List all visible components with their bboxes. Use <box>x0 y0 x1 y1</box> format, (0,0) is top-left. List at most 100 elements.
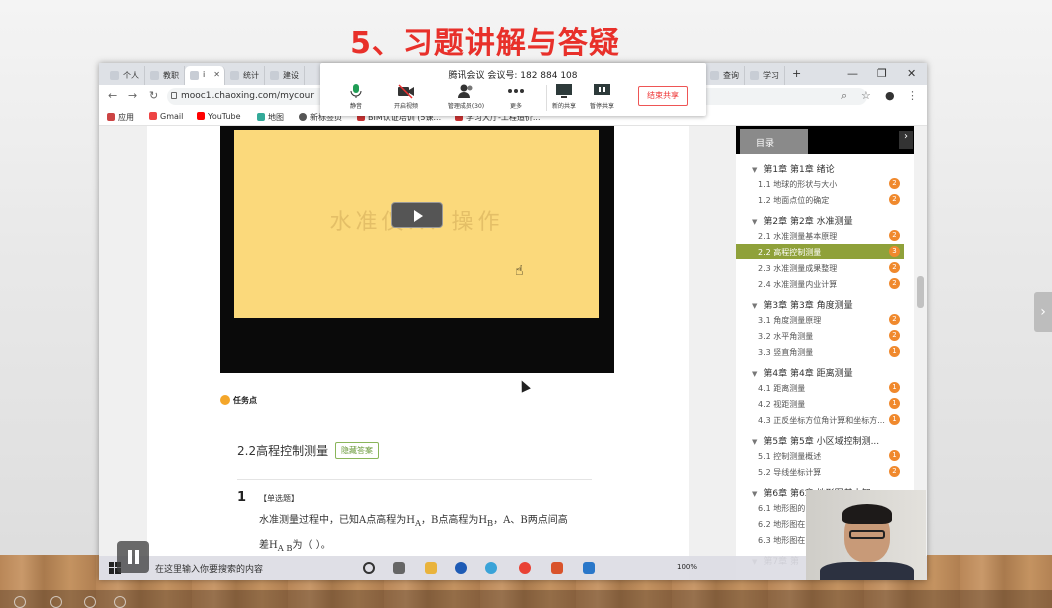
section-item[interactable]: 4.3 正反坐标方位角计算和坐标方... 1 <box>736 412 904 427</box>
section-item[interactable]: 3.3 竖直角测量 1 <box>736 344 904 359</box>
browser-tab[interactable]: 学习 <box>745 66 785 85</box>
section-item[interactable]: 1.2 地面点位的确定 2 <box>736 192 904 207</box>
chapter-item[interactable]: ▼ 第1章 第1章 绪论 <box>752 162 835 175</box>
task-count-badge: 2 <box>889 330 900 341</box>
tab-favicon-icon <box>750 71 759 80</box>
task-count-badge: 1 <box>889 414 900 425</box>
section-item[interactable]: 2.2 高程控制测量 3 <box>736 244 904 259</box>
section-label: 4.2 视距测量 <box>758 400 806 409</box>
task-count-badge: 3 <box>889 246 900 257</box>
minimize-button[interactable]: — <box>847 67 858 80</box>
tab-favicon-icon <box>110 71 119 80</box>
task-count-badge: 2 <box>889 230 900 241</box>
chevron-down-icon[interactable]: ▼ <box>752 218 757 226</box>
section-item[interactable]: 4.2 视距测量 1 <box>736 396 904 411</box>
more-button[interactable]: 更多 <box>494 83 538 110</box>
battery-indicator[interactable]: 100% <box>677 563 697 571</box>
chapter-label: 第2章 第2章 水准测量 <box>763 217 853 227</box>
bookmark-star-icon[interactable]: ☆ <box>861 89 871 102</box>
chevron-down-icon[interactable]: ▼ <box>752 490 757 498</box>
zoom-icon[interactable]: ⌕ <box>841 89 847 103</box>
bookmark-gmail[interactable]: Gmail <box>149 112 183 121</box>
chapter-item[interactable]: ▼ 第4章 第4章 距离测量 <box>752 366 853 379</box>
section-label: 4.1 距离测量 <box>758 384 806 393</box>
section-label: 6.3 地形图在 <box>758 536 806 545</box>
video-player[interactable]: 水准仪... 操作 <box>220 126 614 373</box>
browser-tab[interactable]: 个人 <box>105 66 145 85</box>
manage-members-button[interactable]: 管理成员(30) <box>444 83 488 110</box>
chrome-icon[interactable] <box>519 562 531 574</box>
chapter-item[interactable]: ▼ 第5章 第5章 小区域控制测... <box>752 434 879 447</box>
chevron-down-icon[interactable]: ▼ <box>752 302 757 310</box>
play-button[interactable] <box>391 202 443 228</box>
close-window-button[interactable]: ✕ <box>907 67 916 80</box>
question-number: 1 <box>237 490 247 505</box>
bookmark-youtube[interactable]: YouTube <box>197 112 241 121</box>
reload-icon[interactable]: ↻ <box>149 89 158 102</box>
maximize-button[interactable]: ❐ <box>877 67 887 80</box>
section-item[interactable]: 5.2 导线坐标计算 2 <box>736 464 904 479</box>
edge-icon[interactable] <box>455 562 467 574</box>
cortana-icon[interactable] <box>363 562 375 574</box>
section-label: 2.2 高程控制测量 <box>758 248 822 257</box>
microphone-icon <box>350 84 362 98</box>
more-icon <box>508 89 524 93</box>
section-item[interactable]: 4.1 距离测量 1 <box>736 380 904 395</box>
taskbar-search-input[interactable]: 在这里输入你要搜索的内容 <box>139 559 349 577</box>
section-label: 6.1 地形图的 <box>758 504 806 513</box>
browser-window: 个人 教职 i ✕ 统计 建设 查询 学习 + — ❐ ✕ ← → ↻ mooc1… <box>99 63 927 580</box>
forward-arrow-icon[interactable]: → <box>128 89 137 102</box>
slides-icon[interactable] <box>50 596 62 608</box>
new-share-icon <box>556 84 572 98</box>
pause-icon[interactable] <box>117 541 149 573</box>
question-text: 水准测量过程中，已知A点高程为HA，B点高程为HB，A、B两点间高 <box>259 515 568 528</box>
chevron-down-icon[interactable]: ▼ <box>752 166 757 174</box>
section-item[interactable]: 1.1 地球的形状与大小 2 <box>736 176 904 191</box>
section-item[interactable]: 2.4 水准测量内业计算 2 <box>736 276 904 291</box>
tab-close-icon[interactable]: ✕ <box>213 70 220 79</box>
menu-kebab-icon[interactable]: ⋮ <box>907 89 918 102</box>
new-tab-button[interactable]: + <box>792 67 801 80</box>
photos-icon[interactable] <box>583 562 595 574</box>
stop-share-button[interactable]: 结束共享 <box>638 86 688 106</box>
chapter-item[interactable]: ▼ 第2章 第2章 水准测量 <box>752 214 853 227</box>
bookmark-apps[interactable]: 应用 <box>107 112 134 123</box>
start-video-button[interactable]: 开启视频 <box>384 83 428 110</box>
task-count-badge: 2 <box>889 194 900 205</box>
pen-tool-icon[interactable] <box>14 596 26 608</box>
windows-taskbar: 在这里输入你要搜索的内容 100% <box>99 556 927 580</box>
section-item[interactable]: 2.1 水准测量基本原理 2 <box>736 228 904 243</box>
profile-icon[interactable]: ● <box>885 89 895 102</box>
collapse-arrow-icon[interactable]: › <box>899 131 913 149</box>
task-point-label: 任务点 <box>220 395 257 406</box>
file-explorer-icon[interactable] <box>425 562 437 574</box>
section-item[interactable]: 3.2 水平角测量 2 <box>736 328 904 343</box>
chapter-item[interactable]: ▼ 第3章 第3章 角度测量 <box>752 298 853 311</box>
browser-tab[interactable]: 统计 <box>225 66 265 85</box>
browser-icon[interactable] <box>485 562 497 574</box>
powerpoint-icon[interactable] <box>551 562 563 574</box>
browser-tab[interactable]: 教职 <box>145 66 185 85</box>
section-item[interactable]: 2.3 水准测量成果整理 2 <box>736 260 904 275</box>
hand-cursor-icon: ☝ <box>515 263 524 279</box>
task-view-icon[interactable] <box>393 562 405 574</box>
section-item[interactable]: 5.1 控制测量概述 1 <box>736 448 904 463</box>
back-arrow-icon[interactable]: ← <box>108 89 117 102</box>
chevron-down-icon[interactable]: ▼ <box>752 438 757 446</box>
course-page: 水准仪... 操作 任务点 2.2高程控制测量 隐藏答案 1 【单选题】 水准测… <box>99 126 927 580</box>
hide-answer-button[interactable]: 隐藏答案 <box>335 442 379 459</box>
browser-tab[interactable]: 建设 <box>265 66 305 85</box>
section-item[interactable]: 3.1 角度测量原理 2 <box>736 312 904 327</box>
scrollbar-thumb[interactable] <box>917 276 924 308</box>
question-type: 【单选题】 <box>259 494 299 503</box>
bookmark-maps[interactable]: 地图 <box>257 112 284 123</box>
pause-share-button[interactable]: 暂停共享 <box>580 83 624 110</box>
next-slide-arrow-icon[interactable]: › <box>1034 292 1052 332</box>
mute-button[interactable]: 静音 <box>334 83 378 110</box>
chevron-down-icon[interactable]: ▼ <box>752 370 757 378</box>
tab-catalog[interactable]: 目录 <box>740 129 808 154</box>
browser-tab-active[interactable]: i ✕ <box>185 66 225 85</box>
zoom-icon[interactable] <box>84 596 96 608</box>
browser-tab[interactable]: 查询 <box>705 66 745 85</box>
more-icon[interactable] <box>114 596 126 608</box>
